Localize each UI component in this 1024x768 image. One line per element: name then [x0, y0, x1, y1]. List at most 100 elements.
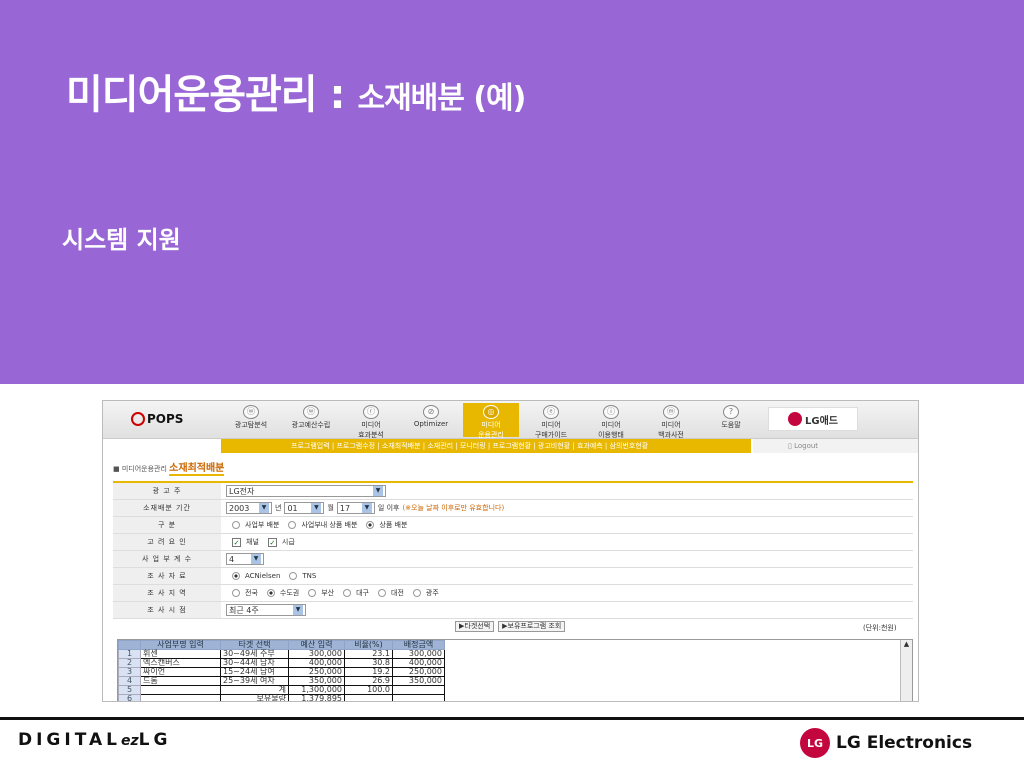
- nav-label: 미디어: [541, 421, 561, 429]
- table-cell[interactable]: 드롬: [140, 676, 221, 686]
- ad-analysis-icon: ⓦ: [243, 405, 259, 419]
- submenu-bar[interactable]: 프로그램입력 | 프로그램수정 | 소재최적배분 | 소재관리 | 모니터링 |…: [221, 439, 751, 453]
- usage-icon: ⓘ: [603, 405, 619, 419]
- logout-link[interactable]: ▯ Logout: [753, 439, 918, 453]
- table-cell[interactable]: [140, 694, 221, 701]
- row-advertiser: 광 고 주 LG전자 ▼: [113, 483, 913, 500]
- table-cell[interactable]: [392, 685, 445, 695]
- checkbox-factor-1[interactable]: ✓: [267, 537, 277, 547]
- row-time: 조 사 시 점 최근 4주 ▼: [113, 602, 913, 619]
- source-label: 조 사 자 료: [113, 568, 221, 584]
- year-select[interactable]: 2003 ▼: [226, 502, 272, 514]
- option-label: 부산: [321, 589, 335, 597]
- table-cell[interactable]: 1,379,895: [288, 694, 345, 701]
- time-label: 조 사 시 점: [113, 602, 221, 618]
- nav-item-5[interactable]: ⓔ 미디어 구매가이드: [523, 403, 579, 439]
- radio-region_opts-2[interactable]: [308, 589, 317, 597]
- radio-region_opts-1[interactable]: [266, 589, 275, 597]
- table-row[interactable]: 3 싸이언 15~24세 남여 250,000 19.2 250,000: [118, 667, 445, 677]
- unit-label: (단위:천원): [863, 624, 897, 632]
- row-type: 구 분 사업부 배분 사업부내 상품 배분 상품 배분: [113, 517, 913, 534]
- nav-item-4[interactable]: ◎ 미디어 운용관리: [463, 403, 519, 439]
- title-main: 미디어운용관리 :: [66, 72, 346, 118]
- row-source: 조 사 자 료 ACNielsen TNS: [113, 568, 913, 585]
- slide-header: 미디어운용관리 : 소재배분 (예) 시스템 지원: [0, 0, 1024, 384]
- radio-type_opts-2[interactable]: [366, 521, 375, 529]
- radio-type_opts-0[interactable]: [232, 521, 240, 529]
- year-value: 2003: [229, 503, 250, 513]
- radio-region_opts-5[interactable]: [412, 589, 421, 597]
- day-value: 17: [339, 503, 351, 513]
- logout-label: Logout: [794, 442, 819, 450]
- month-select[interactable]: 01 ▼: [284, 502, 325, 514]
- grid-scrollbar[interactable]: ▲: [900, 640, 912, 701]
- allocation-form: 광 고 주 LG전자 ▼ 소재배분 기간 2003 ▼ 년 01 ▼ 월 17 ▼ 일 이후 (…: [113, 481, 913, 619]
- budget-icon: ⓦ: [303, 405, 319, 419]
- option-label: 광주: [425, 589, 439, 597]
- option-label: 시급: [281, 538, 295, 546]
- lg-logo-icon: LG: [800, 728, 830, 758]
- day-select[interactable]: 17 ▼: [336, 502, 375, 514]
- option-label: TNS: [302, 572, 317, 580]
- year-unit: 년: [275, 504, 282, 512]
- count-select[interactable]: 4 ▼: [226, 553, 264, 565]
- day-unit: 일 이후: [377, 504, 400, 512]
- nav-item-8[interactable]: ? 도움말: [703, 403, 759, 437]
- nav-item-0[interactable]: ⓦ 광고탐분석: [223, 403, 279, 437]
- radio-region_opts-4[interactable]: [378, 589, 386, 597]
- advertiser-select[interactable]: LG전자 ▼: [226, 485, 386, 497]
- radio-type_opts-1[interactable]: [288, 521, 297, 529]
- digital-ezlg-logo: DIGITALezLG: [18, 730, 171, 750]
- nav-item-3[interactable]: ⊘ Optimizer: [403, 403, 459, 437]
- scroll-up-icon[interactable]: ▲: [901, 640, 912, 648]
- option-label: 수도권: [279, 589, 300, 597]
- radio-region_opts-0[interactable]: [232, 589, 240, 597]
- footer-divider: [0, 717, 1024, 720]
- action-buttons: ▶타겟선택 ▶보유프로그램 조회: [455, 621, 566, 632]
- nav-item-6[interactable]: ⓘ 미디어 이용행태: [583, 403, 639, 439]
- allocation-grid[interactable]: 사업부명 입력 타겟 선택 예산 입력 비율(%) 배정금액 1 휘센 30~49세 주부 3…: [117, 639, 913, 701]
- lg-electronics-logo: LG LG Electronics: [800, 728, 972, 758]
- pops-logo[interactable]: POPS: [131, 409, 183, 429]
- radio-source_opts-1[interactable]: [289, 572, 298, 580]
- radio-source_opts-0[interactable]: [232, 572, 240, 580]
- pops-text: POPS: [147, 412, 184, 426]
- lgad-text: LG애드: [805, 415, 838, 427]
- chevron-down-icon: ▼: [251, 554, 261, 564]
- media-effect-icon: ⓡ: [363, 405, 379, 419]
- row-count: 사 업 부 계 수 4 ▼: [113, 551, 913, 568]
- nav-label: 미디어: [361, 421, 381, 429]
- table-cell[interactable]: [140, 685, 221, 695]
- table-cell[interactable]: 350,000: [392, 676, 445, 686]
- nav-item-1[interactable]: ⓦ 광고예산수립: [283, 403, 339, 437]
- advertiser-label: 광 고 주: [113, 483, 221, 499]
- time-select[interactable]: 최근 4주 ▼: [226, 604, 306, 616]
- radio-region_opts-3[interactable]: [343, 589, 352, 597]
- target-select-button[interactable]: ▶타겟선택: [455, 621, 495, 632]
- table-cell[interactable]: [344, 694, 393, 701]
- factor-label: 고 려 요 인: [113, 534, 221, 550]
- lgad-logo[interactable]: LG애드: [768, 407, 858, 431]
- nav-label: 도움말: [721, 421, 741, 429]
- table-cell[interactable]: [392, 694, 445, 701]
- program-query-button[interactable]: ▶보유프로그램 조회: [498, 621, 566, 632]
- table-cell[interactable]: 100.0: [344, 685, 393, 695]
- nav-item-2[interactable]: ⓡ 미디어 효과분석: [343, 403, 399, 439]
- option-label: 상품 배분: [379, 521, 408, 529]
- table-cell[interactable]: 보유물량: [220, 694, 289, 701]
- region-label: 조 사 지 역: [113, 585, 221, 601]
- crumb-parent: 미디어운용관리: [121, 465, 167, 473]
- period-note: (※오늘 날짜 이후로만 유효합니다): [402, 504, 505, 512]
- table-row[interactable]: 6 보유물량 1,379,895: [118, 694, 445, 701]
- option-label: 대구: [356, 589, 369, 597]
- pops-ring-icon: [131, 412, 145, 426]
- month-value: 01: [287, 503, 298, 513]
- lg-electronics-text: LG Electronics: [836, 733, 973, 753]
- table-row[interactable]: 2 엑스캔버스 30~44세 남자 400,000 30.8 400,000: [118, 658, 445, 668]
- nav-item-7[interactable]: ⓜ 미디어 백과사전: [643, 403, 699, 439]
- lg-text: LG: [138, 730, 172, 750]
- media-ops-icon: ◎: [483, 405, 499, 419]
- checkbox-factor-0[interactable]: ✓: [232, 537, 241, 547]
- option-label: 대전: [391, 589, 404, 597]
- chevron-down-icon: ▼: [293, 605, 303, 615]
